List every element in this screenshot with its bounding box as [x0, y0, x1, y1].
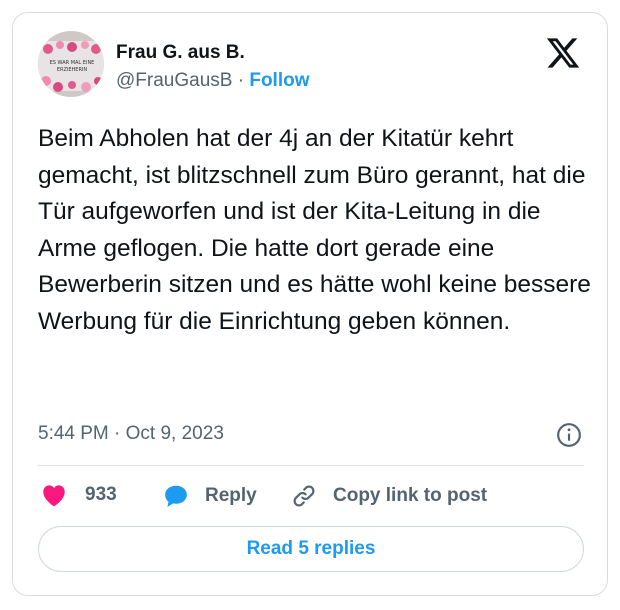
avatar[interactable]: ES WAR MAL EINE ERZIEHERIN — [38, 31, 104, 97]
author-handle[interactable]: @FrauGausB — [116, 70, 232, 91]
heart-icon — [43, 485, 65, 507]
like-count: 933 — [85, 484, 117, 505]
author-name[interactable]: Frau G. aus B. — [116, 42, 245, 64]
read-replies-button[interactable]: Read 5 replies — [38, 526, 584, 572]
copy-link-label: Copy link to post — [333, 485, 488, 506]
read-replies-label: Read 5 replies — [246, 538, 376, 559]
avatar-caption-1: ES WAR MAL EINE — [50, 60, 95, 66]
timestamp-separator: · — [114, 423, 121, 444]
tweet-timestamp: 5:44 PM · Oct 9, 2023 — [38, 423, 224, 445]
avatar-caption-2: ERZIEHERIN — [57, 67, 88, 73]
author-handle-row: @FrauGausB · Follow — [116, 70, 310, 92]
tweet-card: ES WAR MAL EINE ERZIEHERIN Frau G. aus B… — [12, 12, 608, 596]
tweet-time[interactable]: 5:44 PM — [38, 423, 109, 444]
reply-button[interactable]: Reply — [163, 483, 257, 509]
link-icon — [293, 485, 315, 507]
tweet-text: Beim Abholen hat der 4j an der Kitatür k… — [38, 125, 591, 335]
x-logo-icon[interactable] — [545, 35, 581, 71]
speech-bubble-icon — [165, 485, 187, 507]
avatar-image: ES WAR MAL EINE ERZIEHERIN — [38, 31, 104, 97]
copy-link-button[interactable]: Copy link to post — [291, 483, 487, 509]
info-icon[interactable] — [556, 422, 582, 448]
reply-label: Reply — [205, 485, 257, 506]
like-button[interactable]: 933 — [41, 483, 117, 507]
divider — [38, 465, 584, 466]
tweet-date[interactable]: Oct 9, 2023 — [126, 423, 224, 444]
follow-button[interactable]: Follow — [249, 70, 309, 91]
handle-separator: · — [237, 70, 245, 91]
